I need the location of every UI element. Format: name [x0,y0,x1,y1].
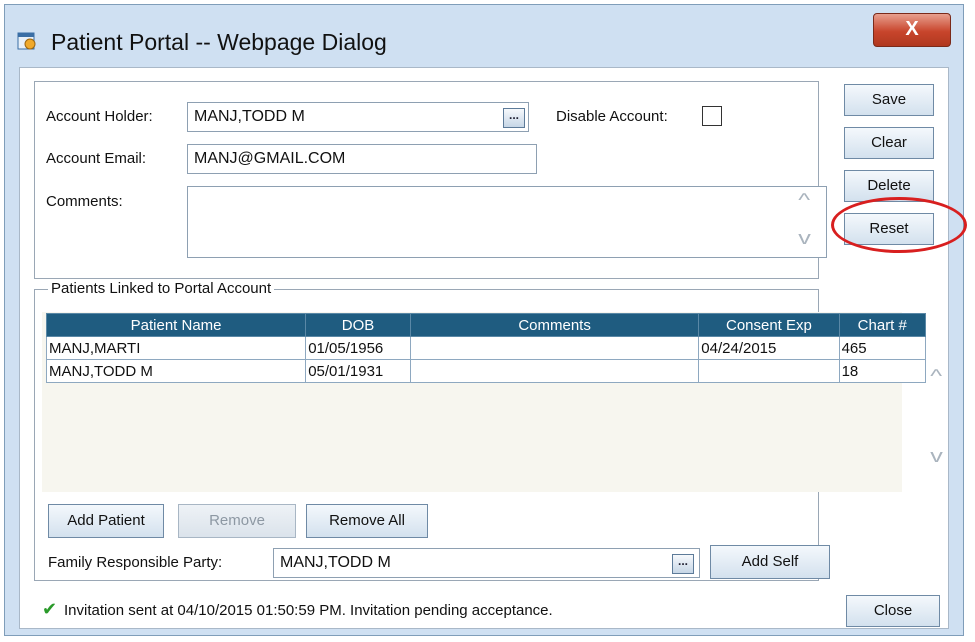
grid-scroll-up-icon[interactable]: ^ [930,366,942,387]
table-header-row: Patient Name DOB Comments Consent Exp Ch… [45,313,927,337]
column-header-consent-exp[interactable]: Consent Exp [698,313,840,337]
cell-chart-number[interactable]: 465 [838,336,927,360]
family-responsible-lookup-button[interactable]: ... [672,554,694,574]
comments-scroll-down-icon[interactable]: v [798,228,811,249]
comments-textarea[interactable] [187,186,827,258]
cell-consent-exp[interactable]: 04/24/2015 [698,336,840,360]
comments-label: Comments: [46,193,123,210]
add-self-button[interactable]: Add Self [710,545,830,579]
window-close-button[interactable]: X [873,13,951,47]
clear-button[interactable]: Clear [844,127,934,159]
cell-comments[interactable] [409,359,700,383]
family-responsible-field[interactable]: MANJ,TODD M [273,548,700,578]
dialog-content: Account Holder: MANJ,TODD M ... Disable … [19,67,949,629]
dialog-window: Patient Portal -- Webpage Dialog X Accou… [4,4,964,636]
status-message: Invitation sent at 04/10/2015 01:50:59 P… [64,602,553,619]
delete-button[interactable]: Delete [844,170,934,202]
add-patient-button[interactable]: Add Patient [48,504,164,538]
patients-legend: Patients Linked to Portal Account [48,280,275,297]
account-holder-label: Account Holder: [46,108,153,125]
title-bar[interactable]: Patient Portal -- Webpage Dialog X [5,5,963,67]
column-header-patient-name[interactable]: Patient Name [45,313,307,337]
column-header-dob[interactable]: DOB [305,313,411,337]
disable-account-label: Disable Account: [556,108,668,125]
column-header-chart-number[interactable]: Chart # [838,313,927,337]
grid-scroll-down-icon[interactable]: v [930,446,943,467]
cell-patient-name[interactable]: MANJ,MARTI [45,336,307,360]
column-header-comments[interactable]: Comments [409,313,700,337]
family-responsible-label: Family Responsible Party: [48,554,223,571]
status-check-icon: ✔ [42,599,58,619]
disable-account-checkbox[interactable] [702,106,722,126]
account-holder-lookup-button[interactable]: ... [503,108,525,128]
window-title: Patient Portal -- Webpage Dialog [51,29,387,55]
table-row[interactable]: MANJ,TODD M 05/01/1931 18 [45,359,927,383]
remove-button[interactable]: Remove [178,504,296,538]
account-holder-field[interactable]: MANJ,TODD M [187,102,529,132]
cell-consent-exp[interactable] [698,359,840,383]
table-row[interactable]: MANJ,MARTI 01/05/1956 04/24/2015 465 [45,336,927,360]
close-button[interactable]: Close [846,595,940,627]
cell-patient-name[interactable]: MANJ,TODD M [45,359,307,383]
account-email-label: Account Email: [46,150,147,167]
comments-scroll-up-icon[interactable]: ^ [798,190,810,211]
cell-dob[interactable]: 01/05/1956 [305,336,411,360]
webpage-icon [17,32,36,50]
reset-button[interactable]: Reset [844,213,934,245]
save-button[interactable]: Save [844,84,934,116]
patients-table: Patient Name DOB Comments Consent Exp Ch… [45,313,927,383]
cell-chart-number[interactable]: 18 [838,359,927,383]
cell-comments[interactable] [409,336,700,360]
account-email-field[interactable]: MANJ@GMAIL.COM [187,144,537,174]
cell-dob[interactable]: 05/01/1931 [305,359,411,383]
remove-all-button[interactable]: Remove All [306,504,428,538]
